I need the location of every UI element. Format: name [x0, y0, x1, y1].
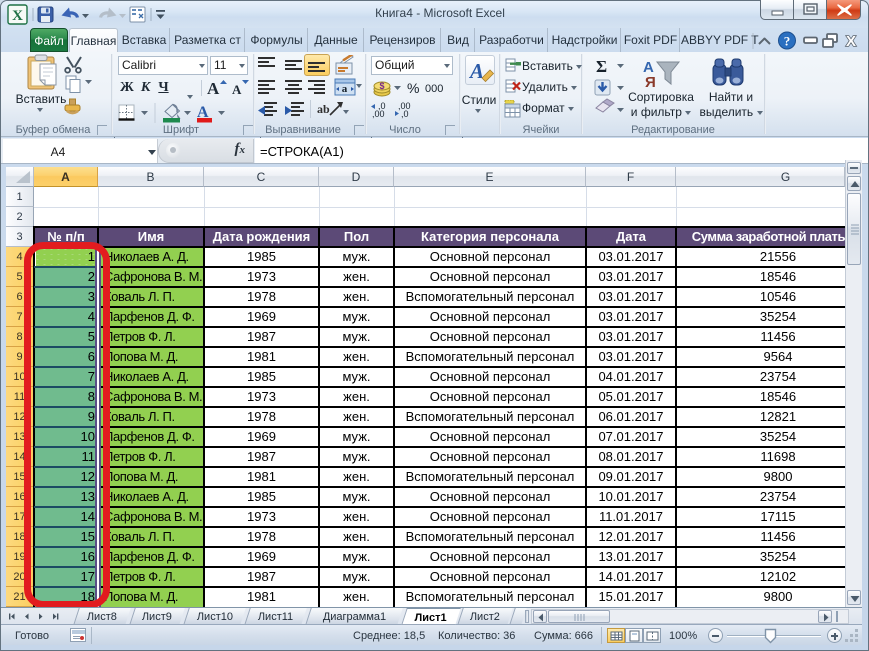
svg-text:,0: ,0 — [401, 109, 409, 119]
svg-text:X: X — [12, 8, 23, 24]
svg-text:А: А — [207, 79, 220, 98]
svg-text:А: А — [232, 82, 242, 97]
svg-text:?: ? — [784, 34, 791, 49]
svg-text:Я: Я — [645, 74, 656, 91]
svg-text:%: % — [407, 80, 419, 96]
svg-text:Σ: Σ — [596, 57, 607, 76]
svg-text:ab: ab — [317, 102, 330, 116]
svg-text:a: a — [342, 83, 348, 95]
svg-text:,00: ,00 — [372, 109, 385, 119]
svg-text:X: X — [846, 33, 856, 50]
svg-text:$: $ — [379, 81, 384, 91]
svg-text:A: A — [468, 59, 484, 83]
svg-text:000: 000 — [425, 83, 443, 95]
